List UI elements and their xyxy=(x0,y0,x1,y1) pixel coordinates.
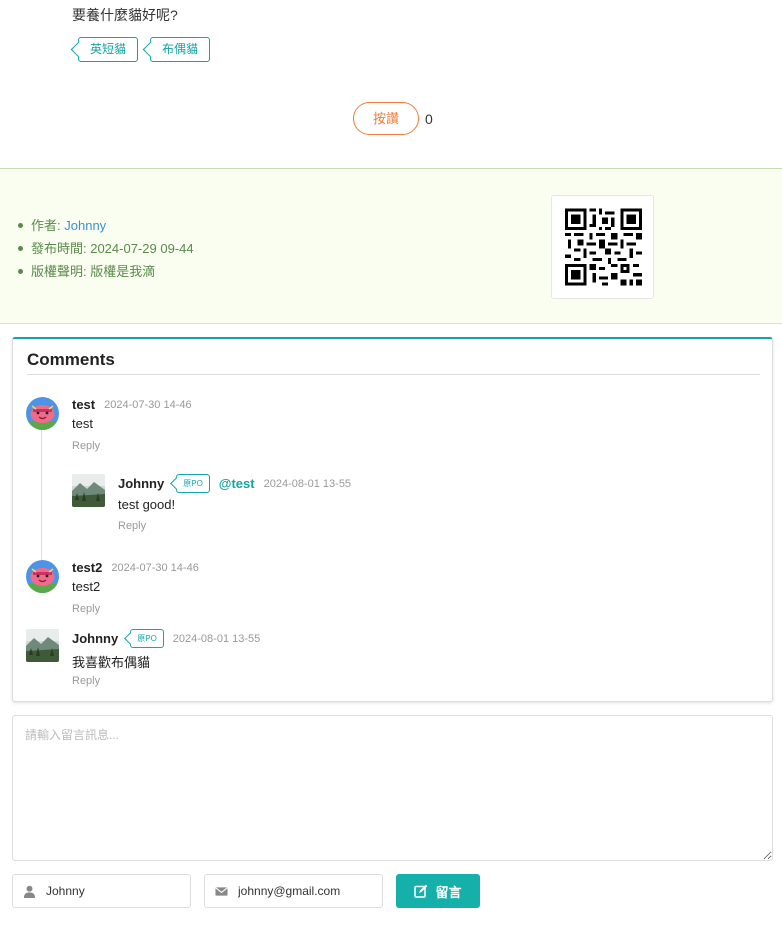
submit-comment-button[interactable]: 留言 xyxy=(396,874,480,908)
comment-text: test good! xyxy=(118,497,176,512)
qr-code-icon xyxy=(565,208,642,286)
op-badge-label: 原PO xyxy=(137,634,157,643)
meta-list: 作者: Johnny 發布時間: 2024-07-29 09-44 版權聲明: … xyxy=(18,214,194,283)
envelope-icon xyxy=(215,886,228,896)
tag-label: 英短貓 xyxy=(90,42,127,56)
published-time: 發布時間: 2024-07-29 09-44 xyxy=(31,241,194,256)
comment-header: Johnny 原PO @test 2024-08-01 13-55 xyxy=(118,474,351,493)
cartoon-avatar-icon xyxy=(26,560,59,593)
comment-author: Johnny xyxy=(72,631,119,646)
name-field[interactable] xyxy=(12,874,191,908)
edit-icon xyxy=(414,884,428,898)
tag-ragdoll[interactable]: 布偶貓 xyxy=(150,37,211,62)
name-input[interactable] xyxy=(46,884,176,898)
landscape-avatar-icon xyxy=(72,474,105,507)
reply-link[interactable]: Reply xyxy=(72,603,100,615)
like-count: 0 xyxy=(425,110,433,127)
comment-time: 2024-08-01 13-55 xyxy=(263,477,352,490)
email-input[interactable] xyxy=(238,884,368,898)
author-link[interactable]: Johnny xyxy=(64,214,106,237)
post-meta: 作者: Johnny 發布時間: 2024-07-29 09-44 版權聲明: … xyxy=(0,168,782,324)
cartoon-avatar-icon xyxy=(26,397,59,430)
reply-link[interactable]: Reply xyxy=(72,675,100,687)
reply-link[interactable]: Reply xyxy=(72,440,100,452)
comment-time: 2024-08-01 13-55 xyxy=(172,632,261,645)
avatar[interactable] xyxy=(26,629,59,662)
mention-link[interactable]: @test xyxy=(219,476,255,491)
post-question: 要養什麼貓好呢? xyxy=(72,7,178,23)
op-badge: 原PO xyxy=(130,629,164,648)
submit-label: 留言 xyxy=(435,884,462,900)
comment-time: 2024-07-30 14-46 xyxy=(104,398,192,411)
landscape-avatar-icon xyxy=(26,629,59,662)
email-field[interactable] xyxy=(204,874,383,908)
comment-time: 2024-07-30 14-46 xyxy=(111,561,199,574)
comment-author: Johnny xyxy=(118,476,165,491)
bullet xyxy=(18,223,23,228)
bullet xyxy=(18,246,23,251)
qr-code xyxy=(551,195,654,299)
tag-label: 布偶貓 xyxy=(162,42,199,56)
avatar[interactable] xyxy=(26,397,59,430)
avatar[interactable] xyxy=(26,560,59,593)
like-section: 按讚 0 xyxy=(353,102,433,135)
bullet xyxy=(18,269,23,274)
op-badge: 原PO xyxy=(176,474,210,493)
tag-list: 英短貓 布偶貓 xyxy=(78,37,211,62)
comments-title: Comments xyxy=(27,350,115,369)
op-badge-label: 原PO xyxy=(183,479,203,488)
author-label: 作者: xyxy=(31,218,61,233)
comment-text: test2 xyxy=(72,579,101,594)
meta-published: 發布時間: 2024-07-29 09-44 xyxy=(18,237,194,260)
divider xyxy=(27,374,760,375)
thread-line xyxy=(41,421,42,561)
comment-author: test2 xyxy=(72,560,103,575)
comment-header: Johnny 原PO 2024-08-01 13-55 xyxy=(72,629,260,648)
comment-text: test xyxy=(72,416,93,431)
comment-text: 我喜歡布偶貓 xyxy=(72,655,151,670)
comment-header: test2 2024-07-30 14-46 xyxy=(72,560,199,575)
reply-link[interactable]: Reply xyxy=(118,520,146,532)
comment-header: test 2024-07-30 14-46 xyxy=(72,397,192,412)
comments-section: Comments test 2024-07-30 14-46 test Repl… xyxy=(12,337,773,702)
user-icon xyxy=(23,885,36,898)
tag-british-shorthair[interactable]: 英短貓 xyxy=(78,37,139,62)
comment-author: test xyxy=(72,397,96,412)
like-button[interactable]: 按讚 xyxy=(353,102,419,135)
meta-author: 作者: Johnny xyxy=(18,214,194,237)
comment-textarea[interactable] xyxy=(12,715,773,861)
copyright-text: 版權聲明: 版權是我滴 xyxy=(31,264,156,279)
avatar[interactable] xyxy=(72,474,105,507)
meta-copyright: 版權聲明: 版權是我滴 xyxy=(18,260,194,283)
